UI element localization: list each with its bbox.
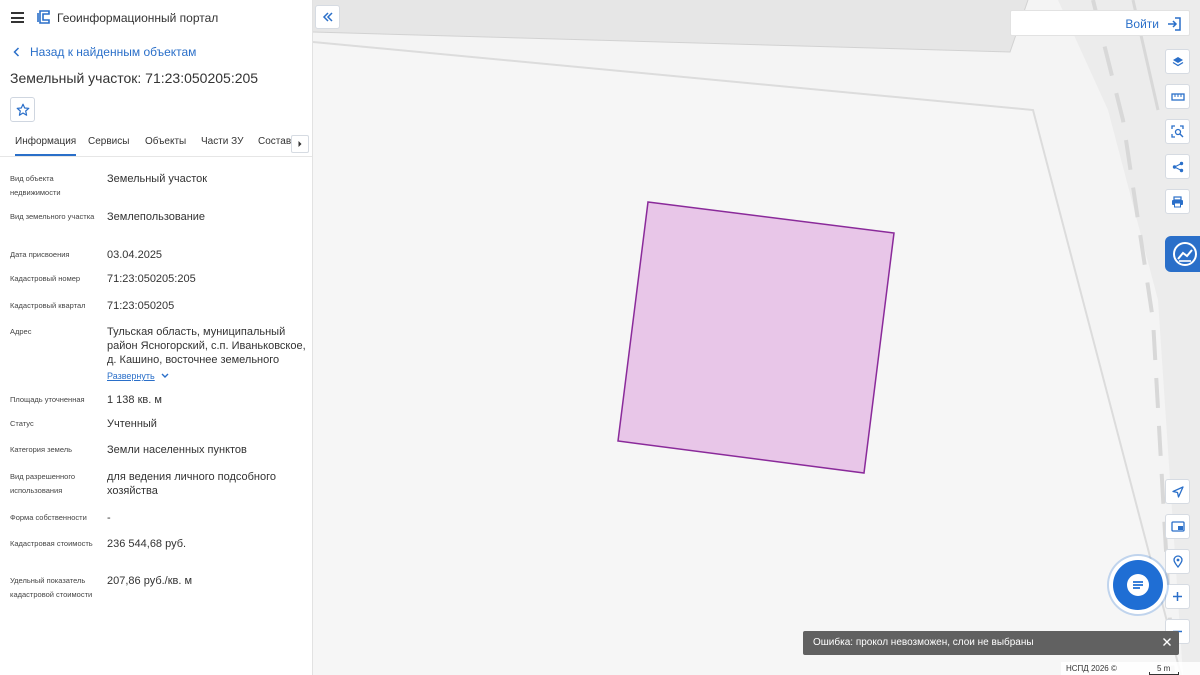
tab-parts[interactable]: Части ЗУ — [201, 136, 243, 147]
star-icon — [16, 103, 29, 116]
tab-bar: Информация Сервисы Объекты Части ЗУ Сост… — [0, 130, 312, 157]
chat-icon — [1127, 574, 1149, 596]
menu-icon[interactable] — [11, 12, 24, 23]
field-label: Категория земель — [10, 445, 73, 454]
layers-button[interactable] — [1165, 49, 1190, 74]
pin-search-icon — [1172, 555, 1183, 568]
share-button[interactable] — [1165, 154, 1190, 179]
field-value: 1 138 кв. м — [107, 394, 162, 406]
field-label: Удельный показатель кадастровой стоимост… — [10, 576, 93, 599]
field-value: 03.04.2025 — [107, 249, 163, 261]
field-label: Адрес — [10, 327, 32, 336]
field-value: Землепользование — [107, 211, 206, 223]
field-value: Земли населенных пунктов — [107, 444, 247, 456]
assistant-icon — [1173, 242, 1197, 266]
field-value: Учтенный — [107, 418, 157, 430]
field-label: Вид разрешенного использования — [10, 472, 76, 495]
tab-objects[interactable]: Объекты — [145, 136, 186, 147]
object-title: Земельный участок: 71:23:050205:205 — [10, 70, 259, 86]
picture-in-picture-icon — [1170, 521, 1185, 532]
app-title: Геоинформационный портал — [57, 11, 219, 25]
chevron-left-icon — [13, 47, 20, 57]
field-label: Кадастровый квартал — [10, 301, 86, 310]
map-basemap — [313, 0, 1200, 675]
login-button[interactable]: Войти — [1010, 10, 1190, 36]
layers-icon — [1172, 56, 1183, 66]
address-value: Тульская область, муниципальный район Яс… — [107, 326, 306, 366]
info-panel: Геоинформационный портал Назад к найденн… — [0, 0, 313, 675]
copyright-text: НСПД 2026 © — [1066, 664, 1117, 673]
locate-button[interactable] — [1165, 479, 1190, 504]
field-label: Вид объекта недвижимости — [10, 174, 61, 197]
error-toast: Ошибка: прокол невозможен, слои не выбра… — [803, 631, 1179, 655]
field-label: Кадастровый номер — [10, 274, 81, 283]
zoom-in-icon — [1173, 592, 1182, 601]
tabs-scroll-right-button[interactable] — [291, 135, 309, 153]
assistant-button[interactable] — [1165, 236, 1200, 272]
portal-logo-icon — [37, 10, 50, 24]
field-label: Форма собственности — [10, 513, 87, 522]
map-footer: НСПД 2026 © 5 m — [1061, 662, 1200, 675]
share-icon — [1172, 161, 1183, 172]
double-chevron-left-icon — [322, 12, 333, 22]
field-label: Статус — [10, 419, 34, 428]
back-label: Назад к найденным объектам — [30, 45, 197, 59]
field-value: для ведения личного подсобного хозяйства — [107, 471, 277, 497]
favorite-button[interactable] — [10, 97, 35, 122]
zoom-in-button[interactable] — [1165, 584, 1190, 609]
field-value: 236 544,68 руб. — [107, 538, 187, 550]
toast-message: Ошибка: прокол невозможен, слои не выбра… — [813, 637, 1034, 648]
field-value: 71:23:050205:205 — [107, 273, 196, 285]
chevron-down-icon — [161, 373, 169, 378]
login-label: Войти — [1125, 17, 1159, 31]
search-by-point-button[interactable] — [1165, 549, 1190, 574]
zoom-select-icon — [1171, 125, 1184, 138]
field-value: - — [107, 512, 111, 524]
map-view[interactable]: Войти Ошибка: прокол невозможен, слои не… — [313, 0, 1200, 675]
ruler-icon — [1170, 92, 1185, 101]
measure-button[interactable] — [1165, 84, 1190, 109]
tab-info[interactable]: Информация — [15, 136, 77, 156]
tab-composition[interactable]: Состав — [258, 136, 291, 147]
field-label: Вид земельного участка — [10, 212, 95, 221]
field-value: Земельный участок — [107, 173, 208, 185]
locate-icon — [1171, 485, 1184, 498]
area-select-button[interactable] — [1165, 119, 1190, 144]
caret-right-icon — [298, 141, 302, 147]
expand-label: Развернуть — [107, 371, 155, 381]
print-icon — [1172, 195, 1183, 207]
app-header: Геоинформационный портал — [0, 0, 312, 36]
field-label: Дата присвоения — [10, 250, 70, 259]
field-value-wrap: Тульская область, муниципальный район Яс… — [107, 325, 307, 383]
collapse-panel-button[interactable] — [315, 5, 340, 29]
chat-button[interactable] — [1113, 560, 1163, 610]
field-value: 71:23:050205 — [107, 300, 175, 312]
print-button[interactable] — [1165, 189, 1190, 214]
field-label: Кадастровая стоимость — [10, 539, 93, 548]
land-parcel-polygon[interactable] — [617, 201, 895, 474]
login-icon — [1168, 17, 1181, 31]
minimap-button[interactable] — [1165, 514, 1190, 539]
field-label: Площадь уточненная — [10, 395, 85, 404]
expand-address-link[interactable]: Развернуть — [107, 369, 307, 383]
back-to-results-link[interactable]: Назад к найденным объектам — [12, 45, 196, 59]
field-value: 207,86 руб./кв. м — [107, 575, 193, 587]
tab-services[interactable]: Сервисы — [88, 136, 129, 147]
close-icon[interactable] — [1161, 636, 1173, 648]
